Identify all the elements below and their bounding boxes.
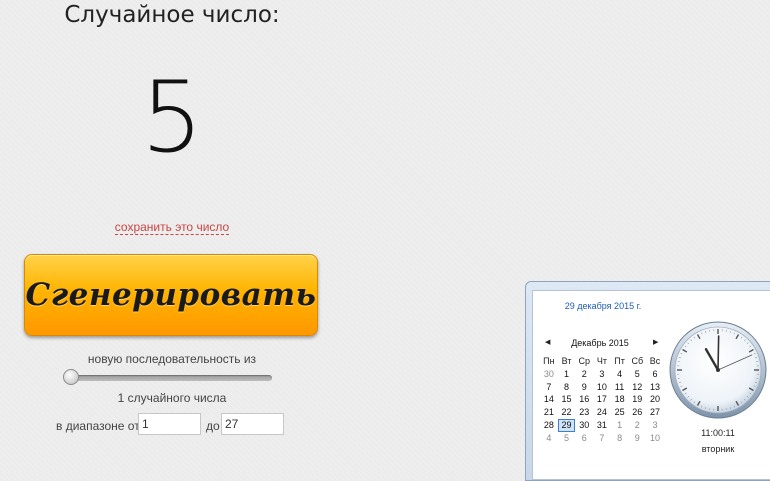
calendar-day[interactable]: 9 <box>628 432 646 445</box>
calendar-day[interactable]: 27 <box>646 406 664 419</box>
weekday-header: Сб <box>628 355 646 368</box>
calendar-day[interactable]: 8 <box>558 381 576 394</box>
triangle-right-icon[interactable]: ▶ <box>653 338 658 346</box>
save-number-link[interactable]: сохранить это число <box>115 220 229 235</box>
calendar-day[interactable]: 11 <box>611 381 629 394</box>
clock-window: 29 декабря 2015 г. ◀ Декабрь 2015 ▶ ПнВт… <box>525 281 770 481</box>
calendar-day[interactable]: 4 <box>611 368 629 381</box>
calendar-day[interactable]: 18 <box>611 393 629 406</box>
weekday-header: Чт <box>593 355 611 368</box>
calendar-day[interactable]: 30 <box>575 419 593 432</box>
sequence-label: новую последовательность из <box>0 352 344 366</box>
calendar-day[interactable]: 21 <box>540 406 558 419</box>
calendar-day[interactable]: 1 <box>558 368 576 381</box>
weekday-header: Вт <box>558 355 576 368</box>
calendar-day[interactable]: 7 <box>593 432 611 445</box>
count-slider-handle[interactable] <box>63 369 79 385</box>
calendar-day[interactable]: 17 <box>593 393 611 406</box>
calendar-nav: ◀ Декабрь 2015 ▶ <box>541 338 659 350</box>
calendar-day[interactable]: 25 <box>611 406 629 419</box>
calendar-day[interactable]: 10 <box>646 432 664 445</box>
calendar-day[interactable]: 22 <box>558 406 576 419</box>
calendar-day[interactable]: 3 <box>646 419 664 432</box>
clock-window-panel: 29 декабря 2015 г. ◀ Декабрь 2015 ▶ ПнВт… <box>532 290 770 480</box>
weekday-header: Пт <box>611 355 629 368</box>
calendar-day[interactable]: 12 <box>628 381 646 394</box>
calendar-day[interactable]: 20 <box>646 393 664 406</box>
random-number: 5 <box>0 58 344 178</box>
calendar-day[interactable]: 6 <box>646 368 664 381</box>
calendar-day[interactable]: 14 <box>540 393 558 406</box>
generate-button[interactable]: Сгенерировать <box>24 254 318 336</box>
calendar-day[interactable]: 3 <box>593 368 611 381</box>
weekday-header: Вс <box>646 355 664 368</box>
calendar-day[interactable]: 5 <box>628 368 646 381</box>
calendar-day[interactable]: 28 <box>540 419 558 432</box>
calendar-day[interactable]: 23 <box>575 406 593 419</box>
calendar-day[interactable]: 7 <box>540 381 558 394</box>
calendar-grid: ПнВтСрЧтПтСбВс30123456789101112131415161… <box>540 355 664 445</box>
calendar-day[interactable]: 6 <box>575 432 593 445</box>
calendar-day[interactable]: 5 <box>558 432 576 445</box>
save-number-link-wrap: сохранить это число <box>0 220 344 234</box>
calendar-day[interactable]: 8 <box>611 432 629 445</box>
calendar-day[interactable]: 13 <box>646 381 664 394</box>
clock-center <box>716 368 720 372</box>
calendar-day[interactable]: 26 <box>628 406 646 419</box>
generate-button-label: Сгенерировать <box>26 277 317 313</box>
calendar-day[interactable]: 4 <box>540 432 558 445</box>
range-to-input[interactable] <box>221 413 284 435</box>
analog-clock <box>669 321 767 419</box>
clock-weekday: вторник <box>669 444 767 454</box>
calendar-day[interactable]: 15 <box>558 393 576 406</box>
weekday-header: Пн <box>540 355 558 368</box>
calendar-day[interactable]: 2 <box>628 419 646 432</box>
range-from-label: в диапазоне от <box>56 419 140 433</box>
calendar-day[interactable]: 24 <box>593 406 611 419</box>
minute-hand <box>718 336 719 370</box>
calendar-day-today[interactable]: 29 <box>558 419 576 432</box>
range-from-input[interactable] <box>138 413 201 435</box>
calendar-day[interactable]: 10 <box>593 381 611 394</box>
count-label: 1 случайного числа <box>0 391 344 405</box>
calendar-day[interactable]: 1 <box>611 419 629 432</box>
calendar-day[interactable]: 9 <box>575 381 593 394</box>
count-slider-track[interactable] <box>66 375 272 381</box>
full-date-link[interactable]: 29 декабря 2015 г. <box>533 301 673 311</box>
page-title: Случайное число: <box>0 2 344 28</box>
calendar-day[interactable]: 31 <box>593 419 611 432</box>
weekday-header: Ср <box>575 355 593 368</box>
calendar-day[interactable]: 30 <box>540 368 558 381</box>
calendar-day[interactable]: 19 <box>628 393 646 406</box>
calendar-day[interactable]: 16 <box>575 393 593 406</box>
range-to-label: до <box>206 419 220 433</box>
clock-time: 11:00:11 <box>669 428 767 438</box>
calendar-month-label[interactable]: Декабрь 2015 <box>541 338 659 348</box>
calendar-day[interactable]: 2 <box>575 368 593 381</box>
